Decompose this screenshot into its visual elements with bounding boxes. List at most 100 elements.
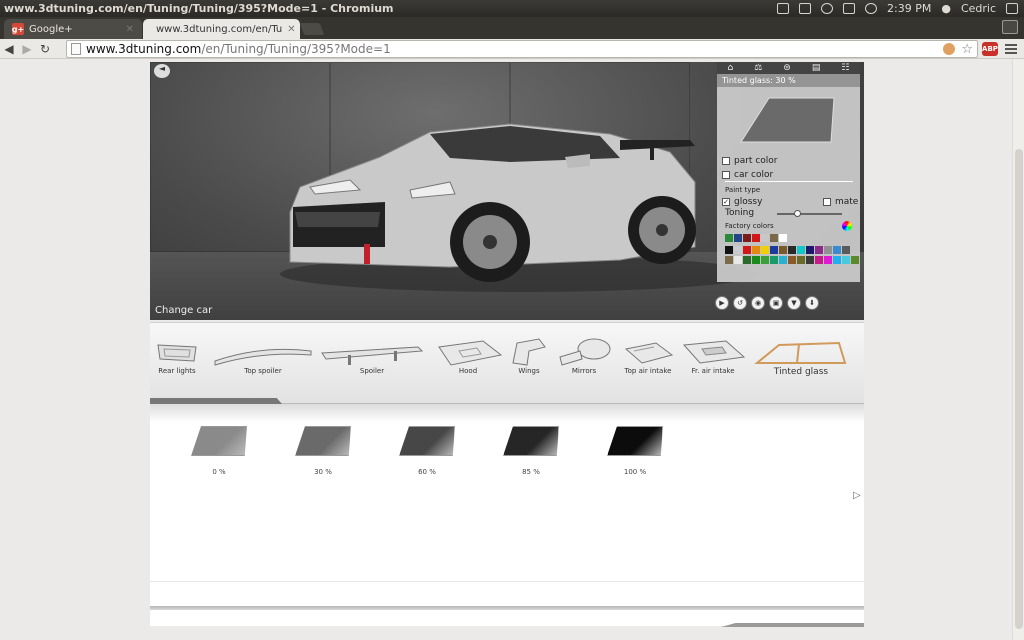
color-swatch[interactable] — [770, 234, 778, 242]
slider-knob[interactable] — [793, 210, 801, 217]
download-icon[interactable]: ⬇ — [805, 296, 819, 310]
car-color-checkbox[interactable] — [722, 171, 730, 179]
part-rear-lights[interactable]: Rear lights — [152, 337, 202, 375]
save-icon[interactable]: ▼ — [787, 296, 801, 310]
part-spoiler[interactable]: Spoiler — [316, 337, 428, 375]
clock[interactable]: 2:39 PM — [887, 2, 931, 15]
color-swatch[interactable] — [779, 234, 787, 242]
car-color-option[interactable]: car color — [722, 170, 773, 180]
user-icon[interactable]: ● — [941, 2, 951, 15]
color-swatch[interactable] — [779, 256, 787, 264]
color-swatch[interactable] — [743, 246, 751, 254]
new-tab-button[interactable] — [299, 23, 325, 35]
tint-option-100[interactable]: 100 % — [605, 426, 665, 476]
adblock-icon[interactable]: ABP — [982, 42, 998, 56]
back-arrow-icon[interactable]: ◄ — [154, 64, 170, 78]
color-swatch[interactable] — [806, 256, 814, 264]
part-front-air-intake[interactable]: Fr. air intake — [678, 337, 748, 375]
color-swatch[interactable] — [779, 246, 787, 254]
color-swatch[interactable] — [734, 256, 742, 264]
part-mirrors[interactable]: Mirrors — [554, 337, 614, 375]
tint-swatch[interactable] — [503, 426, 559, 456]
bluetooth-icon[interactable] — [821, 3, 833, 14]
color-wheel-icon[interactable] — [842, 221, 852, 231]
compare-icon[interactable]: ⚖ — [754, 63, 762, 73]
window-control-button[interactable] — [1002, 20, 1018, 34]
clipboard-icon[interactable] — [799, 3, 811, 14]
part-top-air-intake[interactable]: Top air intake — [618, 337, 678, 375]
tint-option-60[interactable]: 60 % — [397, 426, 457, 476]
color-swatch[interactable] — [797, 246, 805, 254]
play-icon[interactable]: ▶ — [715, 296, 729, 310]
network-icon[interactable] — [843, 3, 855, 14]
color-swatch[interactable] — [788, 246, 796, 254]
color-swatch[interactable] — [743, 234, 751, 242]
part-tinted-glass[interactable]: Tinted glass — [750, 337, 852, 377]
volume-icon[interactable] — [865, 3, 877, 14]
car-icon[interactable]: ⊜ — [783, 63, 791, 73]
tint-swatch[interactable] — [607, 426, 663, 456]
color-swatch[interactable] — [734, 246, 742, 254]
color-swatch[interactable] — [824, 246, 832, 254]
part-color-option[interactable]: part color — [722, 156, 777, 166]
lock-icon[interactable]: ▣ — [769, 296, 783, 310]
color-swatch[interactable] — [833, 246, 841, 254]
tint-swatch[interactable] — [191, 426, 247, 456]
tint-swatch[interactable] — [295, 426, 351, 456]
color-swatch[interactable] — [842, 246, 850, 254]
color-swatch[interactable] — [770, 246, 778, 254]
color-swatch[interactable] — [770, 256, 778, 264]
session-icon[interactable] — [1006, 3, 1018, 14]
part-wings[interactable]: Wings — [506, 337, 552, 375]
vertical-scrollbar[interactable] — [1012, 59, 1024, 640]
change-car-link[interactable]: Change car — [155, 305, 212, 316]
toning-slider[interactable] — [777, 210, 842, 217]
color-swatch[interactable] — [761, 234, 769, 242]
menu-icon[interactable] — [1004, 42, 1018, 56]
mail-icon[interactable] — [777, 3, 789, 14]
color-swatch[interactable] — [824, 256, 832, 264]
gallery-icon[interactable]: ▤ — [812, 63, 821, 73]
color-swatch[interactable] — [734, 234, 742, 242]
user-name[interactable]: Cedric — [961, 2, 996, 15]
color-swatch[interactable] — [788, 256, 796, 264]
part-color-checkbox[interactable] — [722, 157, 730, 165]
color-swatch[interactable] — [815, 246, 823, 254]
color-swatch[interactable] — [752, 246, 760, 254]
color-swatch[interactable] — [752, 234, 760, 242]
tint-option-85[interactable]: 85 % — [501, 426, 561, 476]
close-tab-icon[interactable]: ✕ — [287, 24, 295, 35]
part-top-spoiler[interactable]: Top spoiler — [208, 337, 318, 375]
tint-option-0[interactable]: 0 % — [189, 426, 249, 476]
color-swatch[interactable] — [761, 256, 769, 264]
color-swatch[interactable] — [815, 256, 823, 264]
part-hood[interactable]: Hood — [430, 337, 506, 375]
color-swatch[interactable] — [752, 256, 760, 264]
glossy-checkbox[interactable]: ✓ — [722, 198, 730, 206]
forward-icon[interactable]: ▶ — [18, 42, 36, 56]
scrollbar-thumb[interactable] — [1015, 149, 1023, 629]
home-icon[interactable]: ⌂ — [728, 63, 734, 73]
tint-option-30[interactable]: 30 % — [293, 426, 353, 476]
bookmark-star-icon[interactable]: ☆ — [961, 42, 973, 57]
color-swatch[interactable] — [725, 256, 733, 264]
color-swatch[interactable] — [743, 256, 751, 264]
tree-icon[interactable]: ☷ — [841, 63, 849, 73]
mate-checkbox[interactable] — [823, 198, 831, 206]
scroll-right-icon[interactable]: ▷ — [853, 490, 861, 501]
color-swatch[interactable] — [833, 256, 841, 264]
color-swatch[interactable] — [725, 246, 733, 254]
color-swatch[interactable] — [842, 256, 850, 264]
color-swatch[interactable] — [797, 256, 805, 264]
reload-icon[interactable]: ↻ — [36, 42, 54, 56]
close-tab-icon[interactable]: ✕ — [126, 24, 134, 35]
camera-icon[interactable]: ◉ — [751, 296, 765, 310]
color-swatch[interactable] — [725, 234, 733, 242]
rotate-icon[interactable]: ↺ — [733, 296, 747, 310]
mate-option[interactable]: mate — [823, 197, 858, 207]
tab-3dtuning[interactable]: www.3dtuning.com/en/Tu ✕ — [143, 19, 300, 39]
color-swatch[interactable] — [806, 246, 814, 254]
color-swatch[interactable] — [851, 256, 859, 264]
address-bar[interactable]: www.3dtuning.com/en/Tuning/Tuning/395?Mo… — [66, 40, 978, 58]
back-icon[interactable]: ◀ — [0, 42, 18, 56]
